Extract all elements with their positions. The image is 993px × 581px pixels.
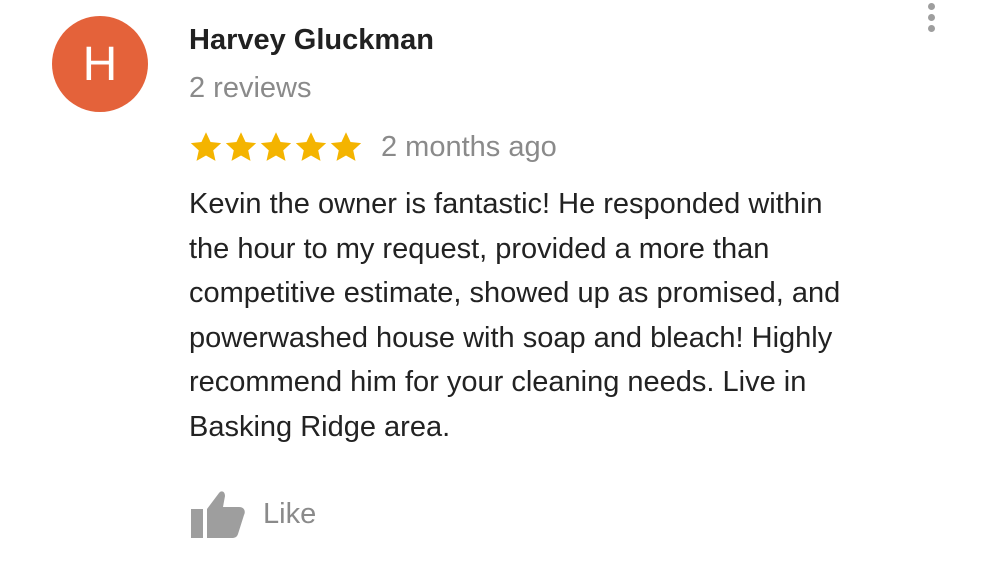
star-icon	[225, 132, 257, 161]
rating-row: 2 months ago	[189, 128, 557, 166]
like-label: Like	[263, 497, 317, 530]
avatar[interactable]: H	[52, 16, 148, 112]
review-text: Kevin the owner is fantastic! He respond…	[189, 188, 841, 443]
review-date: 2 months ago	[381, 130, 557, 163]
author-name[interactable]: Harvey Gluckman	[189, 24, 434, 57]
star-icon	[295, 132, 327, 161]
star-icon	[330, 132, 362, 161]
review-count: 2 reviews	[189, 72, 312, 104]
menu-dot	[927, 14, 935, 21]
menu-dot	[927, 3, 935, 10]
thumbs-up-icon	[191, 491, 245, 538]
menu-dot	[927, 25, 935, 32]
more-options-icon[interactable]	[920, 0, 942, 41]
star-icon	[190, 132, 222, 161]
avatar-initial: H	[82, 37, 118, 91]
star-icon	[260, 132, 292, 161]
like-button[interactable]: Like	[189, 488, 316, 540]
star-rating	[189, 130, 363, 164]
